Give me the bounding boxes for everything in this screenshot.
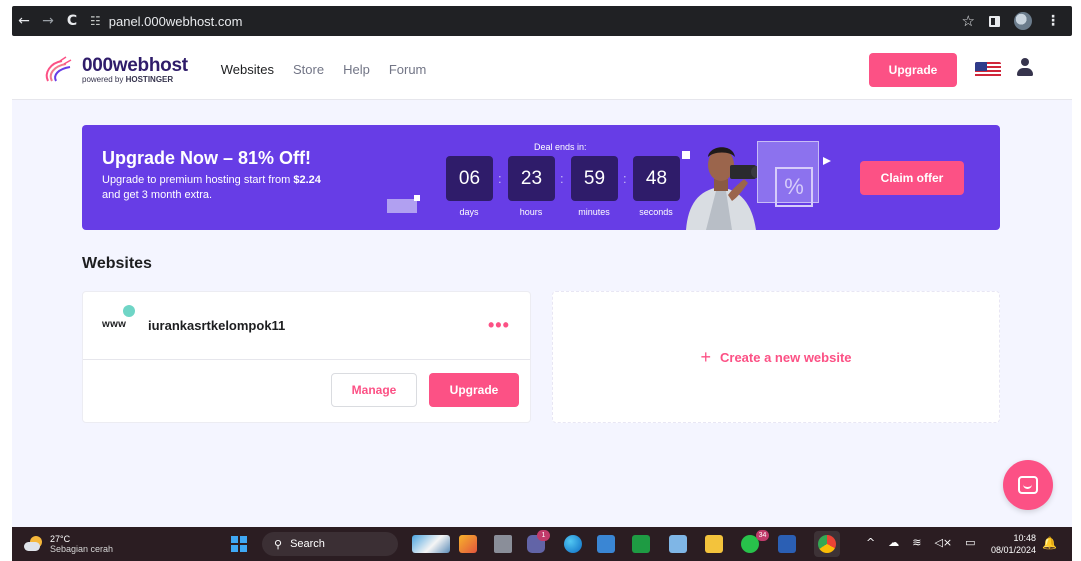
- countdown-hours-label: hours: [519, 207, 543, 217]
- promo-title: Upgrade Now – 81% Off!: [102, 148, 312, 168]
- countdown-seconds-label: seconds: [639, 207, 673, 217]
- url-text[interactable]: panel.000webhost.com: [109, 14, 243, 29]
- back-icon[interactable]: ←: [12, 13, 36, 29]
- promo-banner: Upgrade Now – 81% Off! Upgrade to premiu…: [82, 125, 1000, 230]
- weather-widget[interactable]: 27°C Sebagian cerah: [24, 534, 113, 554]
- windows-taskbar: 27°C Sebagian cerah ⚲ Search 1 34 ^ ☁ ≋ …: [12, 527, 1072, 561]
- browser-chrome: ← → C ☷ panel.000webhost.com ☆ ⋮: [0, 0, 1081, 40]
- game-app-icon[interactable]: [412, 535, 450, 553]
- side-panel-icon[interactable]: [989, 15, 1000, 27]
- countdown-seconds: 48: [633, 156, 680, 201]
- website-card: www iurankasrtkelompok11 ••• Manage Upgr…: [82, 291, 531, 423]
- main-nav: Websites Store Help Forum: [221, 62, 427, 77]
- plus-icon: +: [700, 347, 711, 367]
- notification-bell-icon[interactable]: 🔔: [1042, 536, 1057, 550]
- logo-swoosh-icon: [45, 55, 72, 81]
- search-placeholder: Search: [290, 538, 325, 550]
- nav-websites[interactable]: Websites: [221, 62, 274, 77]
- countdown-hours: 23: [508, 156, 555, 201]
- word-icon[interactable]: [778, 535, 796, 553]
- partly-sunny-icon: [24, 536, 44, 552]
- taskbar-search[interactable]: ⚲ Search: [262, 532, 398, 556]
- volume-muted-icon[interactable]: ◁×: [934, 536, 952, 549]
- more-options-icon[interactable]: •••: [488, 315, 510, 336]
- site-info-icon[interactable]: ☷: [90, 14, 101, 28]
- card-divider: [83, 359, 530, 360]
- claim-offer-button[interactable]: Claim offer: [860, 161, 964, 195]
- clock-time: 10:48: [1013, 533, 1036, 543]
- file-explorer-icon[interactable]: [705, 535, 723, 553]
- nav-help[interactable]: Help: [343, 62, 370, 77]
- task-view-icon[interactable]: [494, 535, 512, 553]
- reload-icon[interactable]: C: [60, 13, 84, 29]
- nav-forum[interactable]: Forum: [389, 62, 427, 77]
- decoration-square: [414, 195, 420, 201]
- browser-menu-icon[interactable]: ⋮: [1046, 13, 1060, 29]
- countdown-minutes: 59: [571, 156, 618, 201]
- browser-actions: ☆ ⋮: [962, 12, 1072, 30]
- search-icon: ⚲: [274, 537, 283, 551]
- system-tray: ^ ☁ ≋ ◁× ▭: [866, 536, 976, 549]
- nav-store[interactable]: Store: [293, 62, 324, 77]
- promo-price: $2.24: [293, 174, 321, 186]
- chrome-icon: [818, 535, 836, 553]
- weather-temperature: 27°C: [50, 534, 71, 544]
- decoration-shape: [387, 199, 417, 213]
- user-account-icon[interactable]: [1016, 58, 1034, 78]
- xbox-icon[interactable]: [632, 535, 650, 553]
- show-hidden-icons-icon[interactable]: ^: [866, 536, 875, 549]
- cloud-sync-icon[interactable]: ☁: [888, 536, 899, 549]
- teams-badge: 1: [537, 530, 550, 541]
- windows-start-icon[interactable]: [231, 536, 247, 552]
- countdown-separator: :: [560, 171, 564, 186]
- pubg-app-icon[interactable]: [459, 535, 477, 553]
- website-name[interactable]: iurankasrtkelompok11: [148, 318, 285, 333]
- whatsapp-badge: 34: [756, 530, 769, 541]
- weather-description: Sebagian cerah: [50, 544, 114, 554]
- address-bar[interactable]: ☷ panel.000webhost.com: [90, 9, 242, 33]
- profile-avatar-icon[interactable]: [1014, 12, 1032, 30]
- browser-toolbar: ← → C ☷ panel.000webhost.com ☆ ⋮: [12, 6, 1072, 36]
- header-upgrade-button[interactable]: Upgrade: [869, 53, 957, 87]
- forward-icon[interactable]: →: [36, 13, 60, 29]
- countdown-separator: :: [623, 171, 627, 186]
- manage-button[interactable]: Manage: [331, 373, 417, 407]
- countdown-separator: :: [498, 171, 502, 186]
- clock-date: 08/01/2024: [990, 545, 1036, 555]
- chat-icon: [1018, 476, 1038, 494]
- countdown-minutes-label: minutes: [578, 207, 610, 217]
- deal-ends-label: Deal ends in:: [534, 142, 587, 152]
- site-upgrade-button[interactable]: Upgrade: [429, 373, 519, 407]
- photographer-illustration: [686, 147, 763, 230]
- taskbar-clock[interactable]: 10:48 08/01/2024: [982, 532, 1036, 556]
- site-status-indicator: [123, 305, 135, 317]
- countdown-days: 06: [446, 156, 493, 201]
- logo-wordmark: 000webhost: [82, 54, 188, 76]
- bookmark-star-icon[interactable]: ☆: [962, 12, 975, 30]
- photos-icon[interactable]: [669, 535, 687, 553]
- us-flag-icon[interactable]: [975, 62, 1001, 78]
- countdown-days-label: days: [459, 207, 479, 217]
- logo-tagline: powered by HOSTINGER: [82, 74, 174, 84]
- www-icon: www: [102, 319, 127, 330]
- app-header: 000webhost powered by HOSTINGER Websites…: [12, 40, 1072, 100]
- logo[interactable]: 000webhost powered by HOSTINGER: [42, 55, 188, 85]
- chat-support-button[interactable]: [1003, 460, 1053, 510]
- edge-icon[interactable]: [564, 535, 582, 553]
- promo-description: Upgrade to premium hosting start from $2…: [102, 174, 321, 201]
- wifi-icon[interactable]: ≋: [912, 536, 921, 549]
- websites-section-title: Websites: [82, 255, 152, 272]
- percent-icon: %: [775, 167, 813, 207]
- battery-icon[interactable]: ▭: [965, 536, 975, 549]
- create-website-label: Create a new website: [720, 349, 852, 365]
- cursor-decoration: [823, 157, 831, 165]
- store-icon[interactable]: [597, 535, 615, 553]
- create-website-card[interactable]: + Create a new website: [552, 291, 1000, 423]
